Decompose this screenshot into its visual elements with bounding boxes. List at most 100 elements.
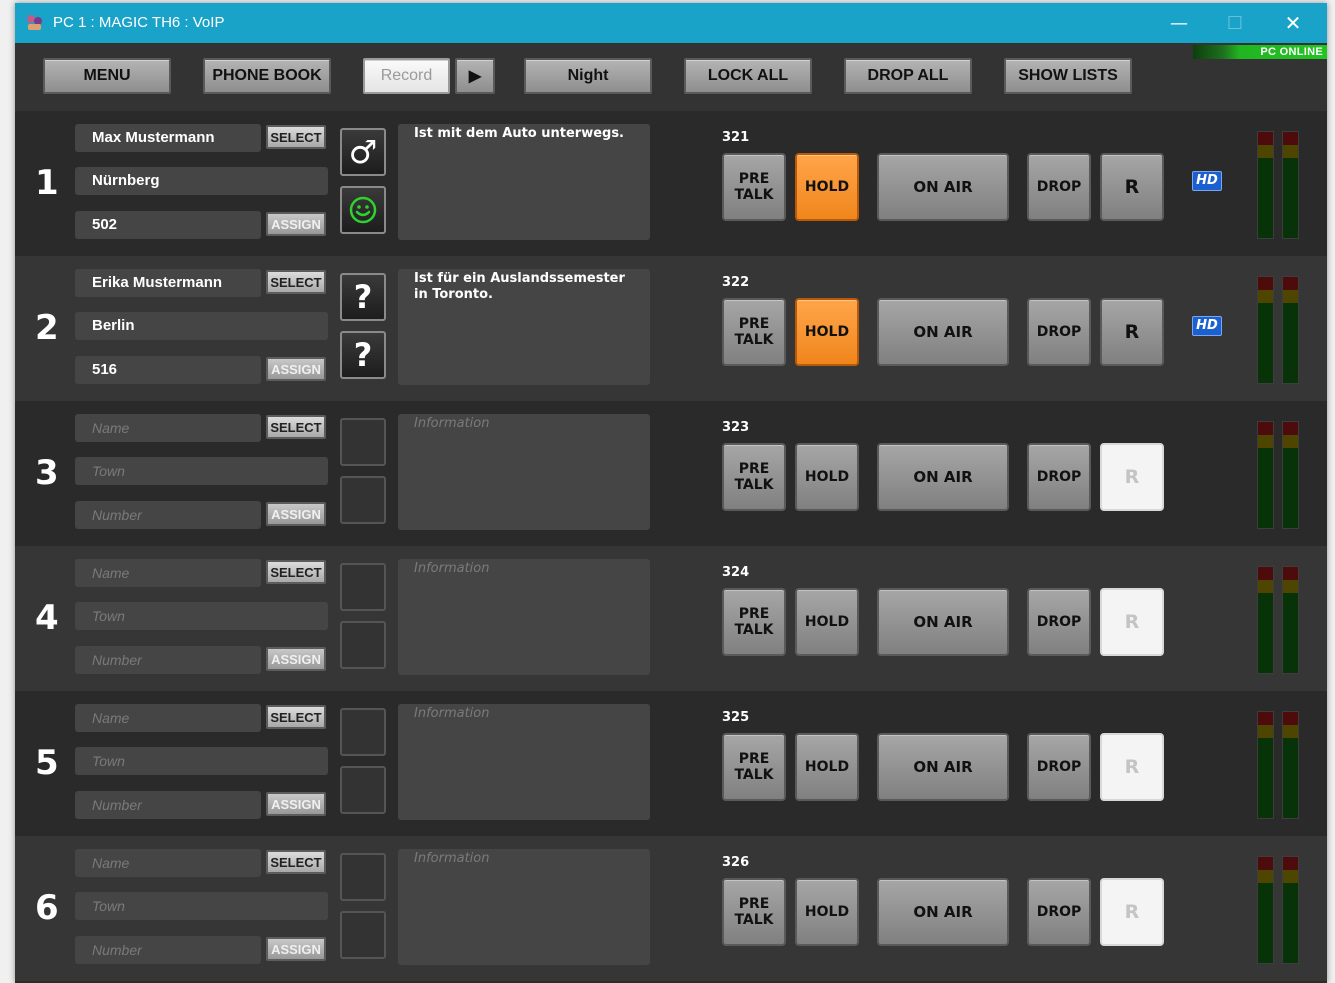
select-button[interactable]: SELECT <box>266 125 326 149</box>
caller-status-bottom[interactable] <box>340 186 386 234</box>
drop-button[interactable]: DROP <box>1027 153 1091 221</box>
on-air-button[interactable]: ON AIR <box>877 153 1009 221</box>
close-button[interactable]: ✕ <box>1265 3 1321 43</box>
name-field[interactable]: Name <box>75 704 261 732</box>
menu-button[interactable]: MENU <box>43 58 171 94</box>
caller-status-bottom[interactable] <box>340 476 386 524</box>
caller-status-top[interactable]: ? <box>340 273 386 321</box>
pre-talk-button[interactable]: PRE TALK <box>722 588 786 656</box>
maximize-button[interactable]: ☐ <box>1207 3 1263 43</box>
town-field[interactable]: Town <box>75 602 328 630</box>
hold-button[interactable]: HOLD <box>795 733 859 801</box>
pre-talk-label: PRE TALK <box>734 606 773 638</box>
number-field[interactable]: Number <box>75 646 261 674</box>
select-button[interactable]: SELECT <box>266 415 326 439</box>
app-window: PC 1 : MAGIC TH6 : VoIP — ☐ ✕ PC ONLINE … <box>15 3 1327 983</box>
app-logo-icon <box>27 15 42 30</box>
information-field[interactable]: Information <box>398 414 650 530</box>
number-field[interactable]: Number <box>75 501 261 529</box>
line-number: 4 <box>35 598 59 638</box>
number-field[interactable]: Number <box>75 791 261 819</box>
pre-talk-button[interactable]: PRE TALK <box>722 733 786 801</box>
hold-button[interactable]: HOLD <box>795 878 859 946</box>
show-lists-button[interactable]: SHOW LISTS <box>1004 58 1132 94</box>
r-button[interactable]: R <box>1100 588 1164 656</box>
name-field[interactable]: Name <box>75 849 261 877</box>
r-button[interactable]: R <box>1100 878 1164 946</box>
caller-status-bottom[interactable] <box>340 766 386 814</box>
drop-button[interactable]: DROP <box>1027 443 1091 511</box>
town-field[interactable]: Town <box>75 457 328 485</box>
play-icon[interactable]: ▶ <box>455 58 495 94</box>
hold-button[interactable]: HOLD <box>795 298 859 366</box>
pre-talk-button[interactable]: PRE TALK <box>722 153 786 221</box>
assign-button[interactable]: ASSIGN <box>266 937 326 961</box>
on-air-button[interactable]: ON AIR <box>877 588 1009 656</box>
drop-all-button[interactable]: DROP ALL <box>844 58 972 94</box>
town-field[interactable]: Town <box>75 892 328 920</box>
on-air-button[interactable]: ON AIR <box>877 298 1009 366</box>
on-air-button[interactable]: ON AIR <box>877 733 1009 801</box>
pre-talk-button[interactable]: PRE TALK <box>722 443 786 511</box>
town-field[interactable]: Berlin <box>75 312 328 340</box>
minimize-button[interactable]: — <box>1151 3 1207 43</box>
caller-status-bottom[interactable]: ? <box>340 331 386 379</box>
r-button[interactable]: R <box>1100 733 1164 801</box>
information-field[interactable]: Information <box>398 704 650 820</box>
caller-status-top[interactable] <box>340 853 386 901</box>
name-field[interactable]: Name <box>75 414 261 442</box>
level-meter-right <box>1282 276 1299 384</box>
information-field[interactable]: Ist für ein Auslandssemester in Toronto. <box>398 269 650 385</box>
select-button[interactable]: SELECT <box>266 270 326 294</box>
assign-button[interactable]: ASSIGN <box>266 647 326 671</box>
name-field[interactable]: Name <box>75 559 261 587</box>
r-button[interactable]: R <box>1100 153 1164 221</box>
caller-status-top[interactable] <box>340 418 386 466</box>
hold-button[interactable]: HOLD <box>795 153 859 221</box>
on-air-button[interactable]: ON AIR <box>877 443 1009 511</box>
assign-button[interactable]: ASSIGN <box>266 357 326 381</box>
caller-status-top[interactable]: ♂ <box>340 128 386 176</box>
information-field[interactable]: Information <box>398 849 650 965</box>
assign-button[interactable]: ASSIGN <box>266 502 326 526</box>
level-meter-right <box>1282 711 1299 819</box>
hold-button[interactable]: HOLD <box>795 443 859 511</box>
number-field[interactable]: 502 <box>75 211 261 239</box>
on-air-button[interactable]: ON AIR <box>877 878 1009 946</box>
level-meter-left <box>1257 131 1274 239</box>
record-button[interactable]: Record <box>363 58 450 94</box>
select-button[interactable]: SELECT <box>266 850 326 874</box>
caller-status-top[interactable] <box>340 563 386 611</box>
caller-status-bottom[interactable] <box>340 621 386 669</box>
hold-button[interactable]: HOLD <box>795 588 859 656</box>
information-field[interactable]: Ist mit dem Auto unterwegs. <box>398 124 650 240</box>
title-bar[interactable]: PC 1 : MAGIC TH6 : VoIP — ☐ ✕ <box>15 3 1327 43</box>
select-button[interactable]: SELECT <box>266 705 326 729</box>
r-button[interactable]: R <box>1100 298 1164 366</box>
number-field[interactable]: Number <box>75 936 261 964</box>
name-field[interactable]: Max Mustermann <box>75 124 261 152</box>
information-field[interactable]: Information <box>398 559 650 675</box>
night-button[interactable]: Night <box>524 58 652 94</box>
caller-line-3: 3 Name SELECT Town Number ASSIGN Informa… <box>15 401 1327 546</box>
drop-button[interactable]: DROP <box>1027 733 1091 801</box>
assign-button[interactable]: ASSIGN <box>266 212 326 236</box>
assign-button[interactable]: ASSIGN <box>266 792 326 816</box>
town-field[interactable]: Town <box>75 747 328 775</box>
caller-status-top[interactable] <box>340 708 386 756</box>
lock-all-button[interactable]: LOCK ALL <box>684 58 812 94</box>
number-field[interactable]: 516 <box>75 356 261 384</box>
r-button[interactable]: R <box>1100 443 1164 511</box>
pre-talk-label-line1: PRE <box>738 171 770 187</box>
drop-button[interactable]: DROP <box>1027 878 1091 946</box>
drop-button[interactable]: DROP <box>1027 298 1091 366</box>
pre-talk-button[interactable]: PRE TALK <box>722 878 786 946</box>
caller-status-bottom[interactable] <box>340 911 386 959</box>
pre-talk-button[interactable]: PRE TALK <box>722 298 786 366</box>
pre-talk-label: PRE TALK <box>734 461 773 493</box>
town-field[interactable]: Nürnberg <box>75 167 328 195</box>
select-button[interactable]: SELECT <box>266 560 326 584</box>
phone-book-button[interactable]: PHONE BOOK <box>203 58 331 94</box>
name-field[interactable]: Erika Mustermann <box>75 269 261 297</box>
drop-button[interactable]: DROP <box>1027 588 1091 656</box>
